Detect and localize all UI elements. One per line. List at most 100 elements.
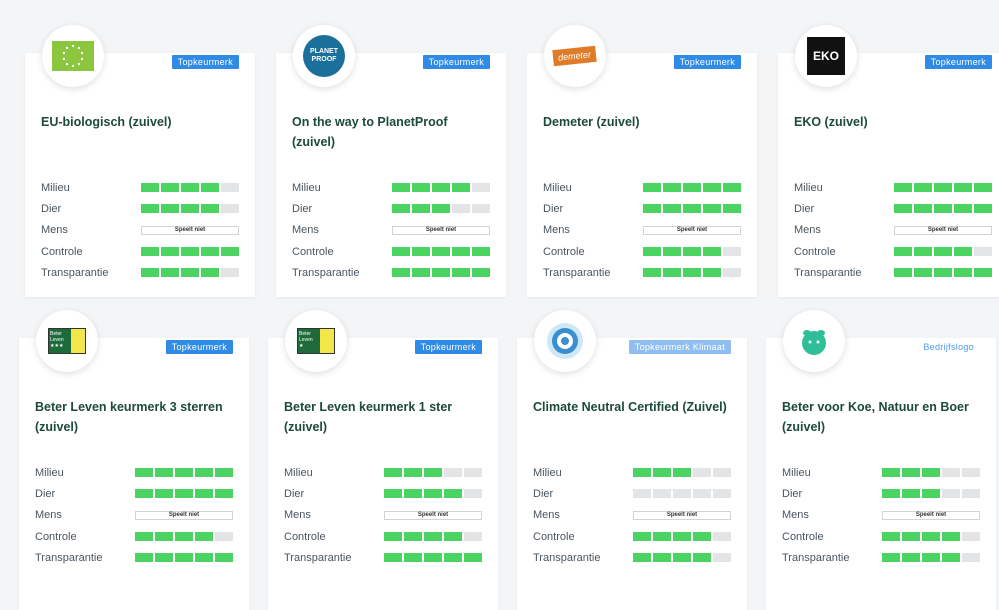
score-segment-filled [633,553,651,563]
score-segment-empty [472,183,490,193]
planetproof-logo-text: PLANET PROOF [303,35,345,77]
label-card[interactable]: Beter Leven ★ Topkeurmerk Beter Leven ke… [268,310,498,610]
score-segment-filled [181,247,199,257]
criterion-label: Mens [782,509,809,522]
criterion-label: Mens [35,509,62,522]
score-segment-empty [653,489,671,499]
score-segment-filled [384,489,402,499]
card-title[interactable]: EKO (zuivel) [794,112,994,132]
score-segment-filled [693,532,711,542]
score-segment-filled [392,247,410,257]
score-segment-filled [942,532,960,542]
score-segment-empty [713,468,731,478]
score-segment-empty [464,489,482,499]
score-row: Transparantie [35,547,235,568]
score-segment-filled [432,268,450,278]
category-badge: Topkeurmerk [924,55,992,69]
score-segment-filled [703,268,721,278]
score-segment-filled [384,468,402,478]
score-segment-filled [424,468,442,478]
score-segment-filled [444,489,462,499]
beter-voor-koe-logo [783,310,845,372]
score-segment-filled [954,268,972,278]
score-bar [384,489,482,499]
card-title[interactable]: Demeter (zuivel) [543,112,743,132]
score-segment-filled [181,204,199,214]
card-title[interactable]: Beter Leven keurmerk 1 ster (zuivel) [284,397,484,437]
label-card[interactable]: Topkeurmerk EU-biologisch (zuivel) Milie… [25,25,255,297]
score-segment-filled [452,183,470,193]
score-segment-filled [653,532,671,542]
score-segment-filled [181,183,199,193]
score-bar [392,183,490,193]
score-segment-filled [464,553,482,563]
category-badge: Topkeurmerk [165,340,233,354]
criterion-label: Transparantie [41,266,109,279]
score-segment-filled [914,204,932,214]
score-segment-empty [693,489,711,499]
criterion-label: Mens [292,224,319,237]
card-title[interactable]: Climate Neutral Certified (Zuivel) [533,397,733,417]
score-segment-filled [195,532,213,542]
criterion-label: Dier [782,487,803,500]
card-title[interactable]: On the way to PlanetProof (zuivel) [292,112,492,152]
score-bar [633,489,731,499]
not-applicable-box: Speelt niet [894,225,992,235]
score-segment-filled [902,553,920,563]
score-list: Milieu Dier Mens Speelt niet Controle Transpa… [782,462,982,568]
card-title[interactable]: Beter Leven keurmerk 3 sterren (zuivel) [35,397,235,437]
category-badge: Topkeurmerk [673,55,741,69]
score-bar [894,183,992,193]
score-row: Controle [782,526,982,547]
label-card[interactable]: PLANET PROOF Topkeurmerk On the way to P… [276,25,506,297]
score-segment-filled [723,183,741,193]
score-row: Milieu [284,462,484,483]
beter-leven-logo: Beter Leven ★ [285,310,347,372]
criterion-label: Dier [284,487,305,500]
score-segment-filled [215,553,233,563]
score-row: Dier [794,198,994,219]
score-segment-filled [934,247,952,257]
card-title[interactable]: Beter voor Koe, Natuur en Boer (zuivel) [782,397,982,437]
label-card[interactable]: demeter Topkeurmerk Demeter (zuivel) Mil… [527,25,757,297]
criterion-label: Transparantie [543,266,611,279]
score-segment-filled [201,204,219,214]
score-segment-filled [653,468,671,478]
score-row: Mens Speelt niet [284,505,484,526]
score-list: Milieu Dier Mens Speelt niet Controle Transpa… [35,462,235,568]
label-card[interactable]: Bedrijfslogo Beter voor Koe, Natuur en B… [766,310,996,610]
score-row: Transparantie [782,547,982,568]
score-segment-filled [201,268,219,278]
score-row: Controle [41,241,241,262]
score-segment-filled [215,489,233,499]
score-bar [141,247,239,257]
star-icons: ★ [299,343,304,349]
score-segment-filled [954,247,972,257]
criterion-label: Mens [533,509,560,522]
score-segment-filled [703,183,721,193]
score-segment-filled [894,204,912,214]
score-segment-filled [392,183,410,193]
score-segment-filled [195,468,213,478]
score-segment-empty [215,532,233,542]
score-row: Transparantie [794,262,994,283]
demeter-logo-text: demeter [552,45,598,67]
score-bar [384,468,482,478]
beter-leven-logo: Beter Leven ★★★ [36,310,98,372]
score-segment-filled [934,268,952,278]
criterion-label: Controle [782,530,824,543]
criterion-label: Controle [533,530,575,543]
score-segment-filled [914,247,932,257]
label-card[interactable]: EKO Topkeurmerk EKO (zuivel) Milieu Dier M… [778,25,999,297]
label-card[interactable]: Topkeurmerk Klimaat Climate Neutral Cert… [517,310,747,610]
score-segment-filled [974,183,992,193]
score-bar [894,268,992,278]
score-segment-filled [444,532,462,542]
card-title[interactable]: EU-biologisch (zuivel) [41,112,241,132]
score-segment-filled [703,247,721,257]
score-segment-filled [412,247,430,257]
score-bar [633,553,731,563]
label-card[interactable]: Beter Leven ★★★ Topkeurmerk Beter Leven … [19,310,249,610]
criterion-label: Dier [292,202,313,215]
criterion-label: Mens [41,224,68,237]
